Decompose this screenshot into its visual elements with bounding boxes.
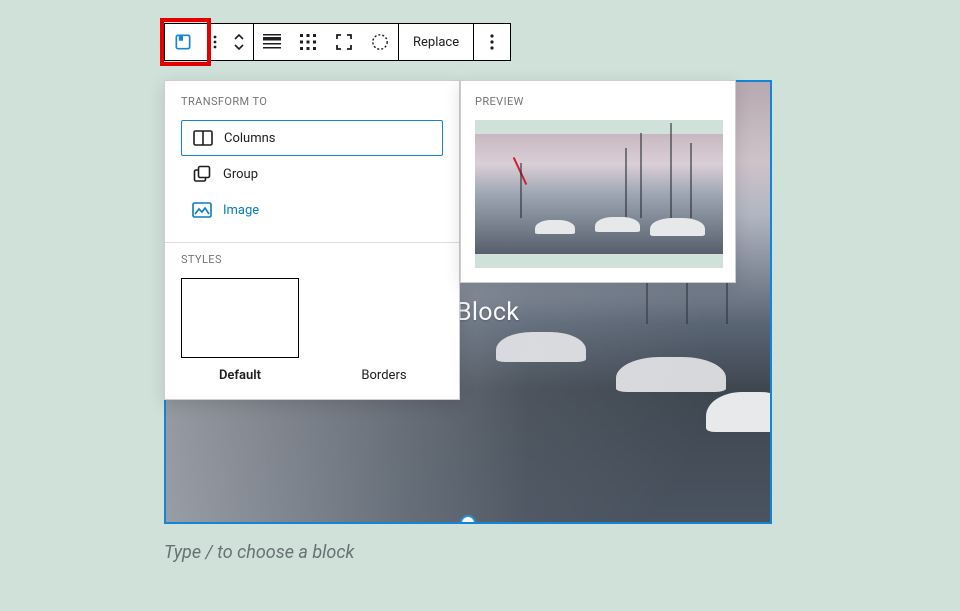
fullheight-button[interactable] <box>326 24 362 60</box>
more-options-button[interactable] <box>474 24 510 60</box>
replace-button[interactable]: Replace <box>399 24 473 60</box>
style-label: Default <box>219 368 261 383</box>
paragraph-placeholder[interactable]: Type / to choose a block <box>164 542 354 563</box>
transform-option-group[interactable]: Group <box>181 156 443 192</box>
style-option-borders[interactable] <box>325 278 443 358</box>
style-option-default[interactable] <box>181 278 299 358</box>
content-position-button[interactable] <box>290 24 326 60</box>
align-button[interactable] <box>254 24 290 60</box>
preview-panel: PREVIEW <box>460 80 736 283</box>
move-up-down-button[interactable] <box>225 24 253 60</box>
styles-title: STYLES <box>181 253 443 266</box>
preview-title: PREVIEW <box>475 95 721 108</box>
preview-image <box>475 120 723 268</box>
drag-handle-icon[interactable] <box>201 24 225 60</box>
transform-title: TRANSFORM TO <box>181 95 443 108</box>
duotone-button[interactable] <box>362 24 398 60</box>
transform-option-label: Image <box>223 203 259 218</box>
transform-option-label: Columns <box>224 131 276 146</box>
columns-icon <box>192 130 214 146</box>
resize-handle[interactable] <box>460 515 476 524</box>
style-label: Borders <box>361 368 406 383</box>
cover-title-text[interactable]: Block <box>456 298 519 327</box>
block-type-button[interactable] <box>165 24 201 60</box>
transform-option-image[interactable]: Image <box>181 192 443 228</box>
transform-option-columns[interactable]: Columns <box>181 120 443 156</box>
transform-popover: TRANSFORM TO Columns Group Image STYLES … <box>164 80 460 400</box>
block-toolbar: Replace <box>164 23 511 61</box>
image-icon <box>191 202 213 218</box>
transform-option-label: Group <box>223 167 258 182</box>
group-icon <box>191 165 213 183</box>
